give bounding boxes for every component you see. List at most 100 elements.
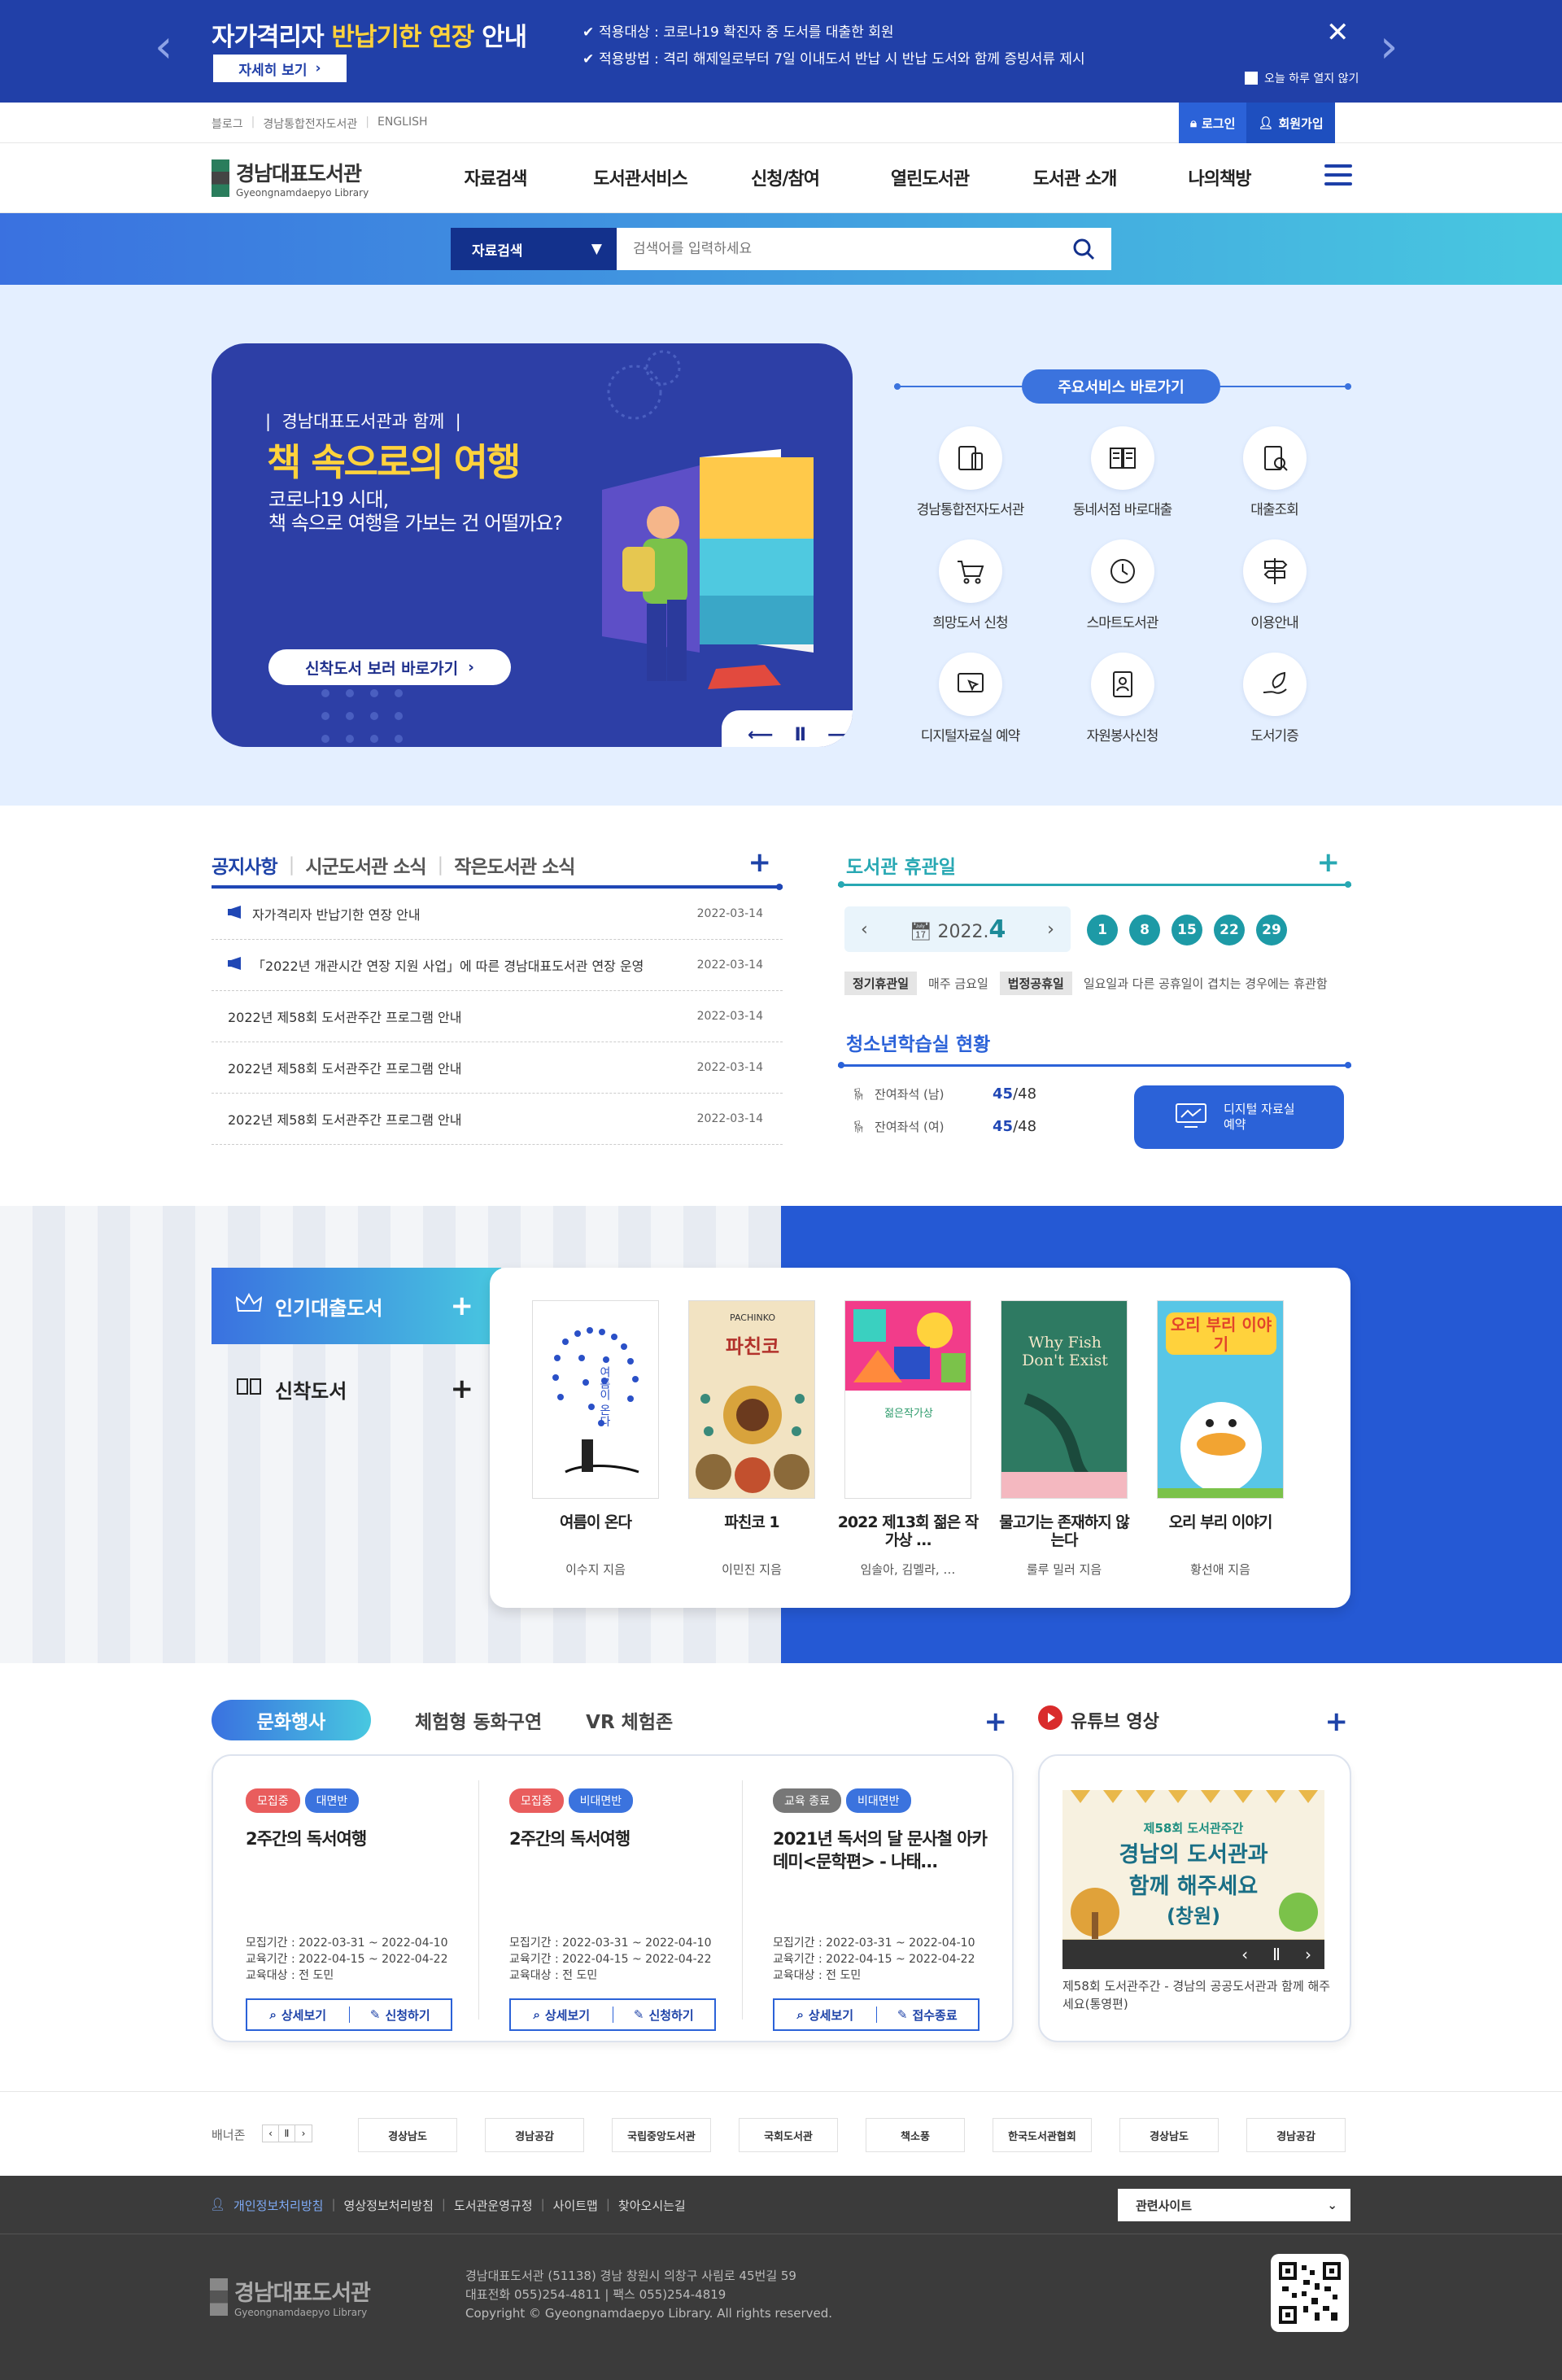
board-post[interactable]: 2022년 제58회 도서관주간 프로그램 안내 2022-03-14 [212,991,783,1042]
util-link-elib[interactable]: 경남통합전자도서관 [263,116,357,132]
next-icon[interactable]: › [1305,1945,1311,1964]
tab-notice[interactable]: 공지사항 [212,851,278,879]
quick-item-bookstore[interactable]: 동네서점 바로대출 [1046,426,1198,518]
event-title[interactable]: 2주간의 독서여행 [246,1828,473,1873]
next-arrow-icon[interactable]: ⟶ [827,725,853,745]
banner-logo[interactable]: 경남공감 [485,2118,584,2152]
notice-next-arrow-icon[interactable]: › [1380,24,1398,70]
event-apply-button[interactable]: ✎ 신청하기 [350,2000,452,2029]
login-button[interactable]: 🔒︎ 로그인 [1179,103,1247,143]
board-more-plus-icon[interactable]: + [748,846,772,879]
nav-item-about[interactable]: 도서관 소개 [1002,164,1147,190]
tab-storytelling[interactable]: 체험형 동화구연 [415,1706,542,1734]
video-thumbnail[interactable]: 제58회 도서관주간 경남의 도서관과 함께 해주세요 (창원) ‹ Ⅱ › [1062,1790,1324,1969]
book-item[interactable]: 여름이 온다 여름이 온다 이수지 지음 [524,1300,667,1578]
book-item[interactable]: Why Fish Don't Exist 물고기는 존재하지 않는다 룰루 밀러 … [993,1300,1136,1578]
book-item[interactable]: 오리 부리 이야기 오리 부리 이야기 황선애 지음 [1149,1300,1292,1578]
book-cover: 젊은작가상 [844,1300,971,1499]
nav-item-service[interactable]: 도서관서비스 [568,164,713,190]
hand-leaf-icon [1242,653,1307,716]
tab-popular-books[interactable]: 인기대출도서 + [212,1268,501,1344]
util-link-blog[interactable]: 블로그 [212,116,243,132]
banner-logo[interactable]: 경남공감 [1246,2118,1346,2152]
holiday-day: 8 [1129,915,1160,945]
quick-item-digital-room[interactable]: 디지털자료실 예약 [894,653,1046,745]
tab-small-library[interactable]: 작은도서관 소식 [454,851,575,879]
join-button[interactable]: 👤︎ 회원가입 [1246,103,1335,143]
banner-logo[interactable]: 한국도서관협회 [993,2118,1092,2152]
digital-room-reserve-button[interactable]: 디지털 자료실 예약 [1134,1085,1344,1149]
quick-item-loan-check[interactable]: 대출조회 [1198,426,1350,518]
next-icon[interactable]: › [295,2125,312,2142]
book-item[interactable]: 젊은작가상 2022 제13회 젊은 작가상 … 임솔아, 김멜라, … [836,1300,980,1578]
banner-logo[interactable]: 경상남도 [358,2118,457,2152]
quick-item-guide[interactable]: 이용안내 [1198,539,1350,631]
search-icon[interactable] [1072,238,1095,260]
prev-icon[interactable]: ‹ [263,2125,279,2142]
banner-new-books-button[interactable]: 신착도서 보러 바로가기 › [268,649,511,685]
board-post[interactable]: 2022년 제58회 도서관주간 프로그램 안내 2022-03-14 [212,1042,783,1094]
tab-vr-zone[interactable]: VR 체험존 [586,1706,673,1734]
book-item[interactable]: PACHINKO 파친코 파친코 1 이민진 지음 [680,1300,823,1578]
close-icon[interactable]: ✕ [1326,16,1350,49]
culture-more-plus-icon[interactable]: + [984,1705,1008,1738]
util-link-english[interactable]: ENGLISH [377,116,428,132]
quick-item-elib[interactable]: 경남통합전자도서관 [894,426,1046,518]
board-post[interactable]: 「2022년 개관시간 연장 지원 사업」에 따른 경남대표도서관 연장 운영 2… [212,940,783,991]
quick-item-donation[interactable]: 도서기증 [1198,653,1350,745]
footer-link-directions[interactable]: 찾아오시는길 [618,2197,686,2214]
event-title[interactable]: 2021년 독서의 달 문사철 아카데미<문학편> - 나태… [773,1828,1001,1873]
video-caption[interactable]: 제58회 도서관주간 - 경남의 공공도서관과 함께 해주세요(통영편) [1062,1977,1331,2013]
footer-link-rules[interactable]: 도서관운영규정 [454,2197,533,2214]
tab-culture-event[interactable]: 문화행사 [212,1700,371,1740]
main-banner[interactable]: | 경남대표도서관과 함께 | 책 속으로의 여행 코로나19 시대, 책 속으로… [212,343,853,747]
prev-icon[interactable]: ‹ [1241,1945,1248,1964]
chevron-right-icon[interactable]: › [1047,919,1054,940]
event-detail-button[interactable]: ⌕ 상세보기 [511,2007,613,2023]
banner-logo[interactable]: 경상남도 [1119,2118,1219,2152]
pause-icon[interactable]: Ⅱ [1272,1945,1281,1964]
event-tag: 비대면반 [568,1788,634,1813]
tab-new-books[interactable]: 신착도서 + [212,1351,501,1427]
nav-item-apply[interactable]: 신청/참여 [713,164,857,190]
pause-icon[interactable]: Ⅱ [279,2125,295,2142]
quick-item-volunteer[interactable]: 자원봉사신청 [1046,653,1198,745]
search-input[interactable] [633,241,1072,257]
quick-item-smart-library[interactable]: 스마트도서관 [1046,539,1198,631]
footer-link-privacy[interactable]: 개인정보처리방침 [233,2197,323,2214]
banner-logo[interactable]: 국회도서관 [739,2118,838,2152]
footer-link-sitemap[interactable]: 사이트맵 [553,2197,598,2214]
board-post-date: 2022-03-14 [696,959,763,972]
notice-prev-arrow-icon[interactable]: ‹ [155,24,172,70]
notice-no-show-checkbox[interactable]: 오늘 하루 열지 않기 [1245,70,1359,86]
event-detail-button[interactable]: ⌕ 상세보기 [774,2007,877,2023]
event-apply-button[interactable]: ✎ 신청하기 [613,2000,715,2029]
site-logo[interactable]: 경남대표도서관 Gyeongnamdaepyo Library [212,158,369,199]
pause-icon[interactable]: Ⅱ [795,725,807,745]
nav-item-mybooks[interactable]: 나의책방 [1147,164,1292,190]
hamburger-menu-icon[interactable] [1324,164,1352,191]
event-detail-button[interactable]: ⌕ 상세보기 [247,2007,350,2023]
search-category-select[interactable]: 자료검색 ▼ [451,228,617,270]
footer-address: 경남대표도서관 (51138) 경남 창원시 의창구 사림로 45번길 59 대… [465,2269,833,2321]
holiday-more-plus-icon[interactable]: + [1317,846,1341,879]
youtube-more-plus-icon[interactable]: + [1325,1705,1349,1738]
event-info: 모집기간 : 2022-03-31 ~ 2022-04-10 교육기간 : 202… [246,1937,448,1982]
banner-logo[interactable]: 국립중앙도서관 [612,2118,711,2152]
event-apply-button[interactable]: ✎ 접수종료 [877,2000,979,2029]
footer-link-cctv[interactable]: 영상정보처리방침 [344,2197,434,2214]
board-post[interactable]: 자가격리자 반납기한 연장 안내 2022-03-14 [212,889,783,940]
nav-item-open[interactable]: 열린도서관 [857,164,1002,190]
prev-arrow-icon[interactable]: ⟵ [748,725,774,745]
banner-logo[interactable]: 책소풍 [866,2118,965,2152]
related-sites-select[interactable]: 관련사이트 ⌄ [1118,2189,1350,2221]
board-post[interactable]: 2022년 제58회 도서관주간 프로그램 안내 2022-03-14 [212,1094,783,1145]
notice-more-button[interactable]: 자세히 보기 › [213,55,347,82]
tab-city-library[interactable]: 시군도서관 소식 [305,851,426,879]
quick-item-hope-book[interactable]: 희망도서 신청 [894,539,1046,631]
chevron-left-icon[interactable]: ‹ [861,919,868,940]
quick-services-title: 주요서비스 바로가기 [1022,369,1220,404]
nav-item-search[interactable]: 자료검색 [423,164,568,190]
event-title[interactable]: 2주간의 독서여행 [509,1828,737,1873]
quick-services: 주요서비스 바로가기 경남통합전자도서관 동네서점 바로대출 대출조회 희망도서… [894,369,1351,745]
